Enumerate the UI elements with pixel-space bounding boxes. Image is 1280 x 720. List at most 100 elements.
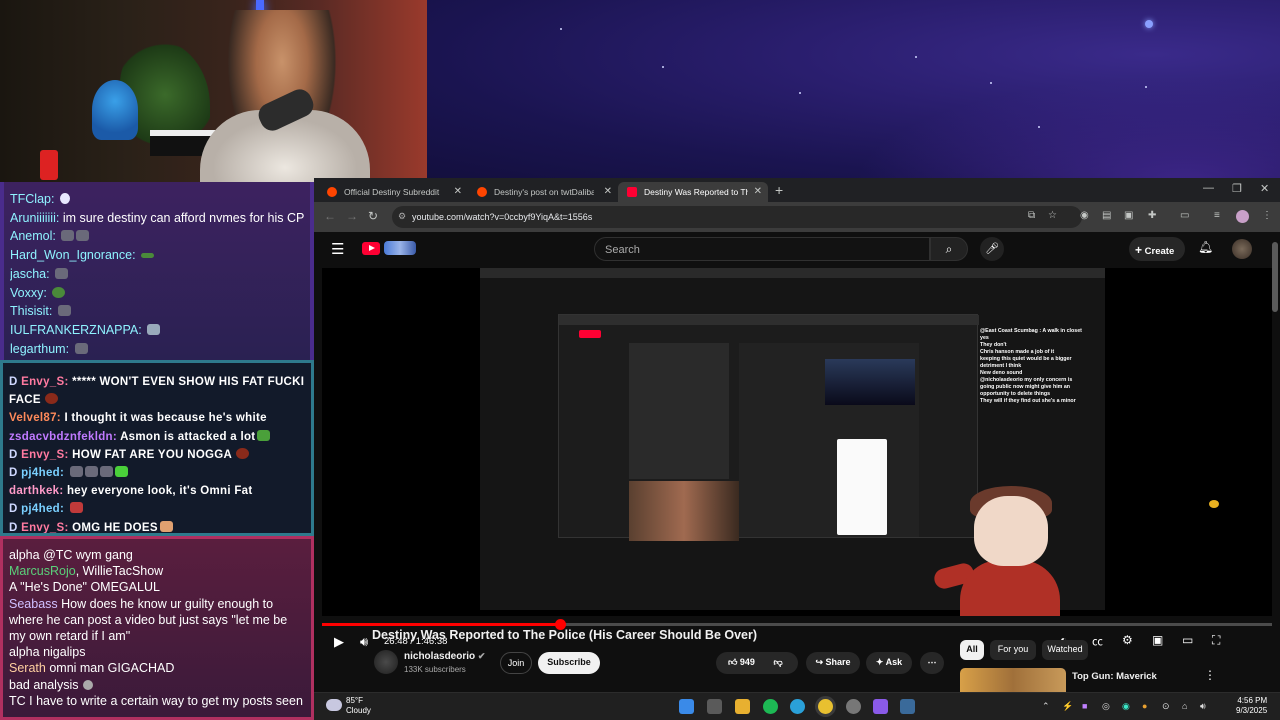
volume-icon[interactable]: 🔊︎ — [1200, 701, 1206, 712]
back-icon[interactable]: ← — [324, 209, 336, 223]
browser-window: Official Destiny Subreddit ✕ Destiny's p… — [314, 178, 1280, 692]
tray-overflow-icon[interactable]: ⌃ — [1042, 701, 1050, 712]
video-player[interactable]: @East Coast Scumbag : A walk in closet y… — [322, 268, 1272, 649]
channel-avatar[interactable] — [374, 650, 398, 674]
youtube-header: ☰ Search ⌕ 🎤︎ + Create 🔔︎ — [314, 232, 1280, 268]
video-progress-bar[interactable] — [322, 619, 1272, 630]
user-avatar[interactable] — [1232, 239, 1252, 259]
trash-extension-icon[interactable]: ▤ — [1102, 210, 1111, 221]
chat-line: FACE — [9, 391, 305, 409]
emote-icon — [159, 520, 173, 532]
tab-youtube-video[interactable]: Destiny Was Reported to The P... ✕ — [618, 182, 768, 202]
spotify-icon[interactable] — [763, 699, 778, 714]
thumbs-up-icon[interactable]: 👍︎ — [728, 657, 737, 667]
reddit-icon — [477, 187, 487, 197]
tray-app-icon[interactable]: ⊙ — [1162, 701, 1170, 712]
task-view-icon[interactable] — [707, 699, 722, 714]
chip-all[interactable]: All — [960, 640, 984, 660]
recommended-title[interactable]: Top Gun: Maverick — [1072, 671, 1157, 682]
page-scrollbar[interactable] — [1272, 242, 1278, 312]
theater-mode-icon[interactable]: ▭ — [1182, 633, 1193, 647]
tray-app-icon[interactable]: ◉ — [1122, 701, 1130, 712]
youtube-doodle-logo[interactable] — [384, 241, 416, 255]
install-icon[interactable]: ⧉ — [1028, 210, 1035, 221]
chip-watched[interactable]: Watched — [1042, 640, 1088, 660]
emote-icon — [99, 466, 113, 478]
system-clock[interactable]: 4:56 PM 9/3/2025 — [1236, 696, 1267, 716]
chat-line: Seabass How does he know ur guilty enoug… — [9, 596, 288, 644]
network-icon[interactable]: ⌂ — [1182, 701, 1187, 711]
steam-icon[interactable] — [900, 699, 915, 714]
maximize-button[interactable]: ❐ — [1232, 182, 1242, 195]
settings-gear-icon[interactable]: ⚙ — [1122, 633, 1133, 647]
subscriber-count: 133K subscribers — [404, 665, 466, 674]
bookmark-star-icon[interactable]: ☆ — [1048, 210, 1057, 221]
miniplayer-icon[interactable]: ▣ — [1152, 633, 1163, 647]
youtube-logo[interactable] — [362, 242, 380, 255]
chat-line: D Envy_S: OMG HE DOES — [9, 519, 305, 533]
windows-taskbar: 85°F Cloudy ⌃ ⚡ ■ ◎ ◉ ● ⊙ ⌂ 🔊︎ 4:56 PM 9/3… — [314, 692, 1280, 720]
forward-icon[interactable]: → — [346, 209, 358, 223]
tab-destiny-post[interactable]: Destiny's post on twtDaliban c... ✕ — [468, 182, 618, 202]
chat-line: D Envy_S: HOW FAT ARE YOU NOGGA — [9, 446, 305, 464]
sidepanel-icon[interactable]: ▭ — [1180, 210, 1189, 221]
chip-for-you[interactable]: For you — [990, 640, 1036, 660]
address-bar-row: ← → ↻ ⚙ youtube.com/watch?v=0ccbyf9YiqA&… — [314, 202, 1280, 232]
tab-official-destiny-subreddit[interactable]: Official Destiny Subreddit ✕ — [318, 182, 468, 202]
recommended-thumbnail[interactable] — [960, 668, 1066, 692]
create-button[interactable]: + Create — [1129, 237, 1185, 261]
minimize-button[interactable]: — — [1203, 182, 1214, 194]
reload-icon[interactable]: ↻ — [368, 209, 378, 223]
search-input[interactable]: Search — [594, 237, 930, 261]
voice-search-icon[interactable]: 🎤︎ — [980, 237, 1004, 261]
start-icon[interactable] — [679, 699, 694, 714]
ask-button[interactable]: ✦ Ask — [866, 652, 912, 674]
more-options-icon[interactable]: ⋮ — [1204, 668, 1216, 682]
close-window-button[interactable]: ✕ — [1260, 182, 1269, 195]
subtitles-icon[interactable]: ㏄ — [1092, 633, 1103, 649]
hamburger-menu-icon[interactable]: ☰ — [331, 240, 344, 258]
join-button[interactable]: Join — [500, 652, 532, 674]
tray-app-icon[interactable]: ● — [1142, 701, 1147, 711]
weather-widget[interactable]: 85°F Cloudy — [346, 696, 371, 716]
like-dislike-button[interactable]: 👍︎ 949 👎︎ — [716, 652, 798, 674]
tray-app-icon[interactable]: ⚡ — [1062, 701, 1073, 712]
emote-icon — [59, 193, 70, 204]
play-icon[interactable]: ▶ — [334, 634, 344, 650]
extension-icon[interactable]: ◉ — [1080, 210, 1089, 221]
share-button[interactable]: ↪ Share — [806, 652, 860, 674]
file-explorer-icon[interactable] — [735, 699, 750, 714]
emote-icon — [236, 447, 250, 459]
thumbs-down-icon[interactable]: 👎︎ — [773, 657, 782, 667]
subscribe-button[interactable]: Subscribe — [538, 652, 600, 674]
search-button[interactable]: ⌕ — [930, 237, 968, 261]
emote-icon — [76, 230, 90, 242]
chat-line: zsdacvbdznfekldn: Asmon is attacked a lo… — [9, 428, 305, 446]
app-icon[interactable] — [873, 699, 888, 714]
chat-line: D pj4hed: — [9, 464, 305, 482]
menu-icon[interactable]: ⋮ — [1262, 210, 1272, 221]
volume-icon[interactable]: 🔊︎ — [360, 634, 368, 650]
close-tab-icon[interactable]: ✕ — [604, 186, 612, 197]
weather-cloud-icon[interactable] — [326, 699, 342, 711]
close-tab-icon[interactable]: ✕ — [454, 186, 462, 197]
notifications-bell-icon[interactable]: 🔔︎ — [1198, 240, 1213, 254]
url-field[interactable]: ⚙ youtube.com/watch?v=0ccbyf9YiqA&t=1556… — [392, 206, 1082, 228]
inner-screen-capture — [558, 314, 979, 541]
tray-app-icon[interactable]: ■ — [1082, 701, 1087, 711]
close-tab-icon[interactable]: ✕ — [754, 186, 762, 197]
more-actions-button[interactable]: ⋯ — [920, 652, 944, 674]
chrome-icon[interactable] — [818, 699, 833, 714]
site-info-icon[interactable]: ⚙ — [398, 211, 406, 222]
downloads-icon[interactable]: ≡ — [1214, 210, 1220, 221]
edge-icon[interactable] — [790, 699, 805, 714]
emote-icon — [82, 679, 93, 690]
profile-avatar[interactable] — [1236, 210, 1249, 223]
channel-name[interactable]: nicholasdeorio ✔ — [404, 651, 485, 662]
puzzle-icon[interactable]: ✚ — [1148, 210, 1156, 221]
tray-app-icon[interactable]: ◎ — [1102, 701, 1110, 712]
fullscreen-icon[interactable]: ⛶ — [1212, 633, 1220, 648]
new-tab-button[interactable]: + — [775, 182, 783, 198]
extension-icon[interactable]: ▣ — [1124, 210, 1133, 221]
obs-icon[interactable] — [846, 699, 861, 714]
